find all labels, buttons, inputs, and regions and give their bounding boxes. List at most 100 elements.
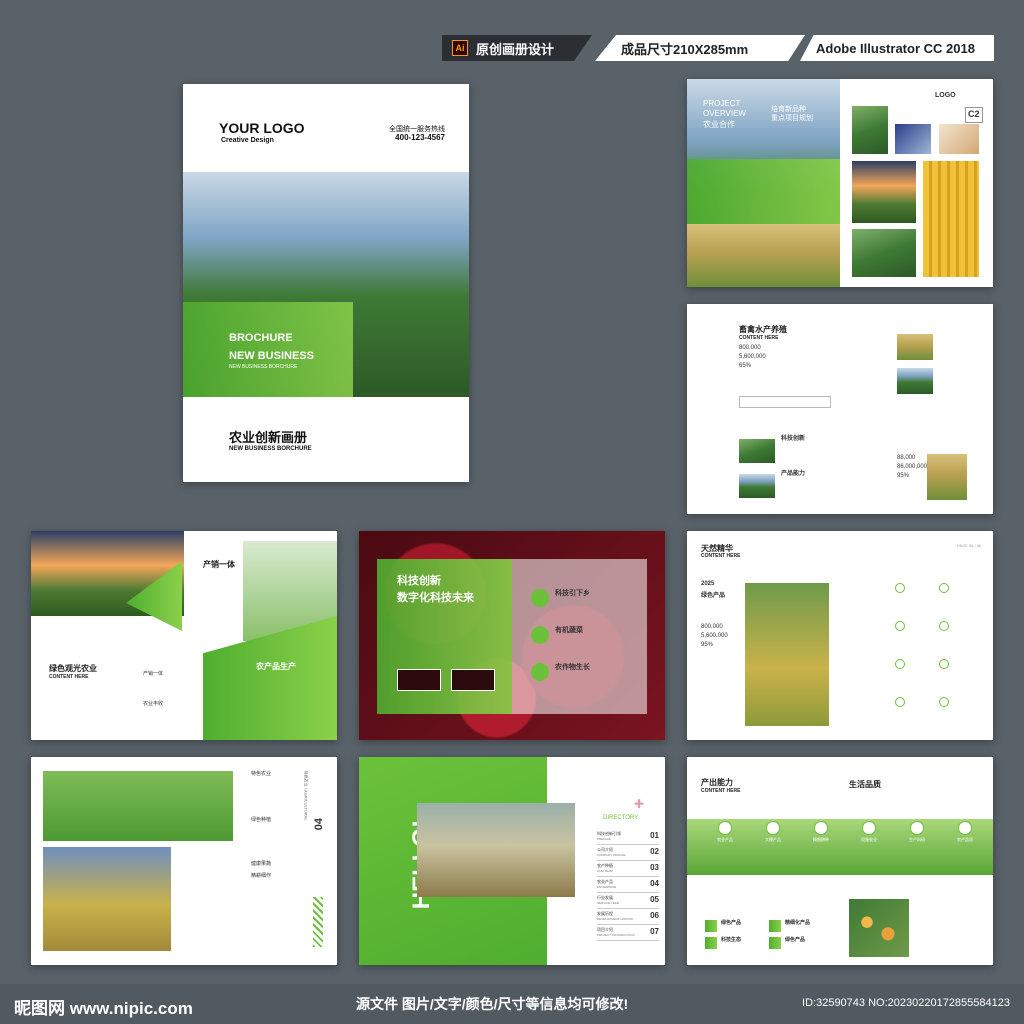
spread-directory: HELLO! ✚ DIRECTORY 科技创新引领PREFACE01公司介绍CO…	[359, 757, 665, 965]
capacity-icon-label: 设施农业	[861, 837, 877, 842]
terrace-photo	[745, 583, 829, 726]
directory-item-en: OUR TEAM	[597, 869, 613, 873]
footer-bar: 昵图网 www.nipic.com 源文件 图片/文字/颜色/尺寸等信息均可修改…	[0, 984, 1024, 1024]
green-sub: CONTENT HERE	[49, 674, 89, 680]
wheat-photo	[687, 224, 840, 287]
livestock-num6: 95%	[897, 473, 910, 479]
tech-thumb-2	[451, 669, 495, 691]
capacity-box-3	[705, 937, 717, 949]
nature-icon-6	[939, 659, 949, 669]
directory-item-en: PREFACE	[597, 837, 612, 841]
livestock-num4: 88,000	[897, 455, 916, 461]
overview-thumb-3	[939, 124, 979, 154]
directory-item-num: 04	[650, 879, 659, 888]
cat2: 绿色种植	[251, 817, 272, 823]
directory-item-en: ENTERPRISE	[597, 885, 617, 889]
overview-title: PROJECT OVERVIEW 农业合作	[703, 99, 746, 130]
overview-cn-text1: 培育新品种	[771, 106, 806, 113]
spread-04: 特色农业 绿色种植 健康果蔬 精耕细作 04 特色农业 / AGRICULTUR…	[31, 757, 337, 965]
directory-item: 农业产品 ENTERPRISE 04	[597, 877, 659, 893]
tech-icon-2	[531, 626, 549, 644]
cover-phone: 400-123-4567	[395, 133, 445, 142]
nature-sub: CONTENT HERE	[701, 553, 741, 559]
capacity-box-2	[769, 920, 781, 932]
overview-cn-text2: 重点项目规划	[771, 115, 813, 123]
badge-design-label: 原创画册设计	[476, 41, 555, 57]
capacity-box3-label: 科技生态	[721, 937, 742, 943]
livestock-photo-2	[739, 474, 775, 498]
tech-icon-1	[531, 589, 549, 607]
capacity-circle-icon	[718, 821, 732, 835]
directory-item: 公司介绍 COMPANY PROFILE 02	[597, 845, 659, 861]
overview-thumb-2	[895, 124, 931, 154]
nature-num2: 5,600,000	[701, 633, 728, 639]
cover-title-sub: NEW BUSINESS BORCHURE	[229, 364, 298, 370]
spread-04-number: 04	[312, 818, 325, 831]
capacity-right-title: 生活品质	[849, 780, 881, 789]
directory-item-num: 03	[650, 863, 659, 872]
overview-title-line1: PROJECT	[703, 99, 741, 108]
livestock-title: 畜禽水产养殖	[739, 325, 787, 334]
capacity-icon-item: 大棚产品	[753, 821, 793, 843]
cover-cn-sub: NEW BUSINESS BORCHURE	[229, 446, 312, 452]
nature-year: 2025	[701, 581, 715, 587]
capacity-box4-label: 绿色产品	[785, 937, 806, 943]
livestock-num2: 5,600,000	[739, 354, 766, 360]
spraying-photo	[43, 771, 233, 841]
cover-title-line1: BROCHURE	[229, 332, 293, 344]
livestock-num1: 800,000	[739, 345, 761, 351]
directory-item-en: PROJECT INTRODUCTION	[597, 933, 635, 937]
cover-logo-sub: Creative Design	[221, 137, 274, 144]
green-icon-label1: 产销一体	[143, 671, 164, 677]
tech-title-line1: 科技创新	[397, 575, 441, 587]
spread-production-capacity: 产出能力 CONTENT HERE 生活品质 农业产品 大棚产品 精细耕种 设施农业 生…	[687, 757, 993, 965]
nature-icon-1	[895, 583, 905, 593]
cat1: 特色农业	[251, 771, 272, 777]
nature-icon-5	[895, 659, 905, 669]
spread-livestock: 畜禽水产养殖 CONTENT HERE 800,000 5,600,000 65…	[687, 304, 993, 514]
tech-item3: 农作物生长	[555, 664, 590, 671]
cat3: 健康果蔬	[251, 861, 272, 867]
overview-green-band	[687, 159, 840, 224]
badge-software: Adobe Illustrator CC 2018	[800, 35, 994, 61]
nature-label: 绿色产品	[701, 593, 726, 599]
tech-title: 科技创新 数字化科技未来	[397, 573, 474, 606]
livestock-stats-left: 800,000 5,600,000 65%	[739, 344, 766, 371]
badge-design: Ai 原创画册设计	[442, 35, 592, 61]
overview-thumb-5	[923, 161, 979, 277]
tech-item1: 科技引下乡	[555, 590, 590, 597]
spread-04-hatch	[313, 897, 323, 947]
capacity-icon-item: 生产科研	[897, 821, 937, 843]
livestock-stats-right: 88,000 86,000,000 95%	[897, 454, 927, 481]
green-icon-label2: 农业丰收	[143, 701, 164, 707]
directory-harvester-photo	[417, 803, 575, 897]
capacity-circle-icon	[958, 821, 972, 835]
cover-title: BROCHURE NEW BUSINESS	[229, 330, 314, 365]
nature-icon-8	[939, 697, 949, 707]
footer-id: ID:32590743 NO:20230220172855584123	[802, 997, 1010, 1009]
capacity-icon-item: 农产品质	[945, 821, 985, 843]
directory-item-num: 05	[650, 895, 659, 904]
spread-project-overview: PROJECT OVERVIEW 农业合作 培育新品种 重点项目规划 LOGO …	[687, 79, 993, 287]
badge-size: 成品尺寸210X285mm	[595, 35, 805, 61]
footer-site[interactable]: 昵图网 www.nipic.com	[14, 994, 193, 1019]
nature-icon-3	[895, 621, 905, 631]
livestock-photo-4	[897, 368, 933, 394]
capacity-icon-label: 农产品质	[957, 837, 973, 842]
nature-page: PAGE 05 / 06	[957, 543, 982, 548]
green-production: 农产品生产	[256, 662, 296, 671]
capacity-icon-item: 设施农业	[849, 821, 889, 843]
capacity-circle-icon	[910, 821, 924, 835]
directory-item: 项目介绍 PROJECT INTRODUCTION 07	[597, 925, 659, 941]
cover-title-line2: NEW BUSINESS	[229, 349, 314, 362]
livestock-photo-1	[739, 439, 775, 463]
nature-num3: 95%	[701, 642, 714, 648]
harvester-photo	[43, 847, 171, 951]
overview-logo: LOGO	[935, 92, 956, 99]
capacity-icon-label: 农业产品	[717, 837, 733, 842]
capacity-box-1	[705, 920, 717, 932]
capacity-box2-label: 精细化产品	[785, 920, 811, 926]
directory-item-num: 06	[650, 911, 659, 920]
capacity-icon-label: 生产科研	[909, 837, 925, 842]
capacity-icon-item: 农业产品	[705, 821, 745, 843]
